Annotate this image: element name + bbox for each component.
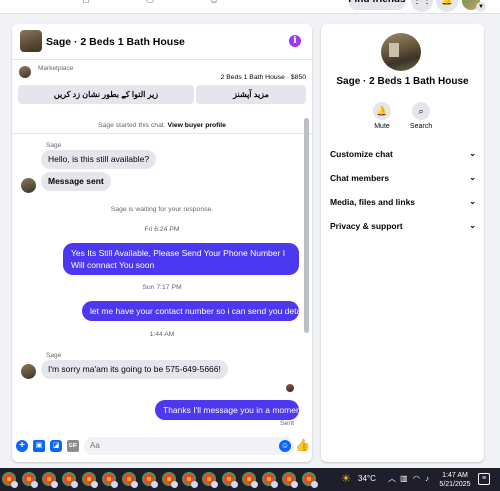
incoming-message[interactable]: Message sent xyxy=(41,172,111,191)
thread-scrollbar[interactable] xyxy=(304,118,309,333)
chrome-profile-icon[interactable] xyxy=(142,472,158,488)
account-menu-chevron-icon[interactable]: ▼ xyxy=(476,2,486,12)
conversation-avatar[interactable] xyxy=(381,33,421,71)
friends-icon[interactable]: ⚇ xyxy=(143,0,157,6)
sender-avatar[interactable] xyxy=(21,364,36,379)
network-icon[interactable]: ▥ xyxy=(400,473,408,485)
chat-info-panel: Sage · 2 Beds 1 Bath House 🔔 Mute ⌕ Sear… xyxy=(321,24,484,462)
outgoing-message[interactable]: Yes Its Still Available, Please Send You… xyxy=(63,243,299,275)
timestamp: 1:44 AM xyxy=(149,331,175,338)
chrome-profile-icon[interactable] xyxy=(42,472,58,488)
mute-action[interactable]: 🔔 Mute xyxy=(365,102,399,130)
chrome-profile-icon[interactable] xyxy=(122,472,138,488)
timestamp: Sun 7:17 PM xyxy=(142,284,182,291)
chevron-down-icon: ⌄ xyxy=(469,197,476,206)
plus-icon[interactable]: + xyxy=(16,440,28,452)
more-options-button[interactable]: مزید آپشنز xyxy=(196,85,306,104)
chat-avatar[interactable] xyxy=(20,30,42,52)
chat-title[interactable]: Sage · 2 Beds 1 Bath House xyxy=(46,36,185,48)
search-action[interactable]: ⌕ Search xyxy=(404,102,438,130)
section-privacy-support[interactable]: Privacy & support ⌄ xyxy=(330,217,476,235)
search-label: Search xyxy=(409,123,433,130)
volume-icon[interactable]: ♪ xyxy=(425,473,429,485)
marketplace-label: Marketplace xyxy=(38,65,74,72)
sender-name: Sage xyxy=(46,352,62,359)
sticker-icon[interactable]: ◪ xyxy=(50,440,62,452)
menu-grid-icon[interactable]: ⋮⋮ xyxy=(411,0,433,12)
sender-avatar[interactable] xyxy=(21,178,36,193)
incoming-message[interactable]: Hello, is this still available? xyxy=(41,150,157,169)
clock[interactable]: 1:47 AM 5/21/2025 xyxy=(438,471,472,489)
chat-started-text: Sage started this chat. xyxy=(98,122,166,129)
chrome-profile-icon[interactable] xyxy=(242,472,258,488)
chat-panel: Sage · 2 Beds 1 Bath House i Marketplace… xyxy=(12,24,312,462)
conversation-name: Sage · 2 Beds 1 Bath House xyxy=(336,76,469,87)
section-chat-members[interactable]: Chat members ⌄ xyxy=(330,169,476,187)
mute-label: Mute xyxy=(374,123,390,130)
sent-status: Sent xyxy=(280,420,294,427)
chrome-profile-icon[interactable] xyxy=(82,472,98,488)
outgoing-message[interactable]: Thanks I'll message you in a moment xyxy=(155,400,303,420)
chrome-profile-icon[interactable] xyxy=(202,472,218,488)
photo-icon[interactable]: ▣ xyxy=(33,440,45,452)
windows-taskbar: ☀ 34°C ︿ ▥ ◠ ♪ 1:47 AM 5/21/2025 ≡ xyxy=(0,468,500,491)
wifi-icon[interactable]: ◠ xyxy=(413,473,420,485)
timestamp: Fri 6:24 PM xyxy=(144,226,180,233)
emoji-icon[interactable]: ☺ xyxy=(279,440,291,452)
weather-sun-icon[interactable]: ☀ xyxy=(341,472,355,486)
mark-pending-button[interactable]: زیر التوا کے بطور نشان زد کریں xyxy=(18,85,194,104)
chrome-profile-icon[interactable] xyxy=(22,472,38,488)
chevron-down-icon: ⌄ xyxy=(469,149,476,158)
section-label: Media, files and links xyxy=(330,197,416,207)
chrome-profile-icon[interactable] xyxy=(282,472,298,488)
chrome-profile-icon[interactable] xyxy=(262,472,278,488)
listing-thumbnail[interactable] xyxy=(19,66,31,78)
listing-title[interactable]: 2 Beds 1 Bath House · $850 xyxy=(221,74,306,81)
top-navigation: ⌂ ⚇ ☺ Find friends ⋮⋮ 🔔 ▼ xyxy=(0,0,500,14)
like-thumb-icon[interactable]: 👍 xyxy=(295,438,310,452)
section-customize-chat[interactable]: Customize chat ⌄ xyxy=(330,145,476,163)
groups-icon[interactable]: ☺ xyxy=(207,0,221,6)
section-label: Chat members xyxy=(330,173,390,183)
chrome-profile-icon[interactable] xyxy=(302,472,318,488)
tray-chevron-up-icon[interactable]: ︿ xyxy=(388,473,396,485)
chrome-profile-icon[interactable] xyxy=(162,472,178,488)
sender-name: Sage xyxy=(46,142,62,149)
bell-icon[interactable]: 🔔 xyxy=(373,102,391,120)
notification-center-icon[interactable]: ≡ xyxy=(478,473,490,485)
message-thread: Sage started this chat. View buyer profi… xyxy=(12,108,312,430)
section-label: Customize chat xyxy=(330,149,393,159)
clock-time: 1:47 AM xyxy=(442,472,468,479)
chevron-down-icon: ⌄ xyxy=(469,173,476,182)
notifications-bell-icon[interactable]: 🔔 xyxy=(436,0,458,12)
temperature[interactable]: 34°C xyxy=(358,474,376,483)
chrome-profile-icon[interactable] xyxy=(222,472,238,488)
section-media-files-links[interactable]: Media, files and links ⌄ xyxy=(330,193,476,211)
chat-header: Sage · 2 Beds 1 Bath House i xyxy=(12,24,312,60)
find-friends-button[interactable]: Find friends xyxy=(348,0,406,10)
read-receipt-avatar xyxy=(286,384,294,392)
info-icon[interactable]: i xyxy=(289,35,301,47)
message-composer: + ▣ ◪ GIF ☺ 👍 xyxy=(12,432,312,462)
chrome-profile-icon[interactable] xyxy=(2,472,18,488)
search-icon[interactable]: ⌕ xyxy=(412,102,430,120)
incoming-message[interactable]: I'm sorry ma'am its going to be 575-649-… xyxy=(41,360,228,379)
section-label: Privacy & support xyxy=(330,221,403,231)
chrome-profile-icon[interactable] xyxy=(102,472,118,488)
home-icon[interactable]: ⌂ xyxy=(79,0,93,6)
waiting-notice: Sage is waiting for your response. xyxy=(110,206,214,213)
gif-icon[interactable]: GIF xyxy=(67,440,79,452)
clock-date: 5/21/2025 xyxy=(439,481,471,488)
message-input[interactable] xyxy=(84,437,294,455)
chrome-profile-icon[interactable] xyxy=(62,472,78,488)
view-buyer-profile-link[interactable]: View buyer profile xyxy=(168,122,226,129)
outgoing-message[interactable]: let me have your contact number so i can… xyxy=(82,301,305,321)
chevron-down-icon: ⌄ xyxy=(469,221,476,230)
chrome-profile-icon[interactable] xyxy=(182,472,198,488)
chat-started-notice: Sage started this chat. View buyer profi… xyxy=(12,122,312,129)
